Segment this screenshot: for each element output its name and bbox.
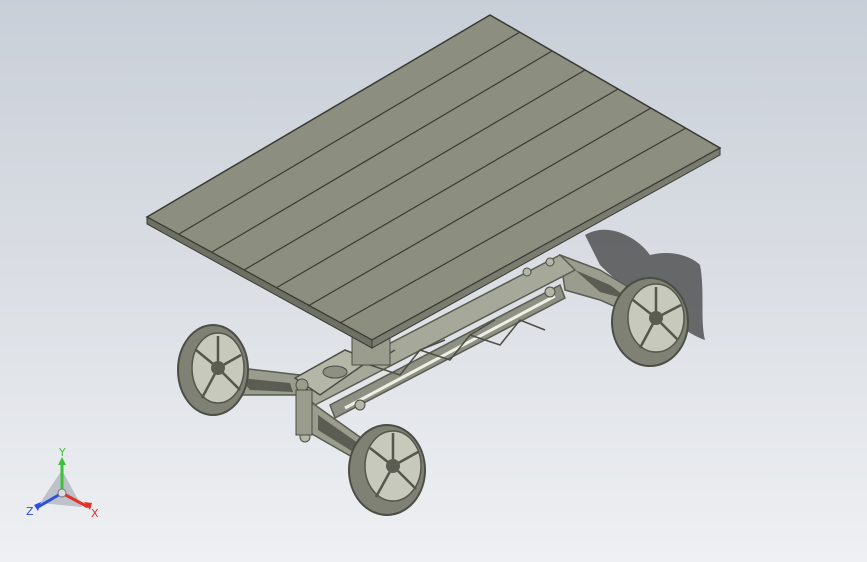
cad-viewport[interactable]: Y X Z bbox=[0, 0, 867, 562]
plate-slot bbox=[322, 365, 348, 379]
wheel-front-right bbox=[348, 424, 426, 516]
axis-triad[interactable]: Y X Z bbox=[20, 445, 110, 525]
z-axis-label: Z bbox=[26, 505, 34, 518]
triad-origin bbox=[57, 488, 67, 498]
pivot-bolt bbox=[295, 378, 309, 392]
x-axis-label: X bbox=[91, 507, 99, 520]
kingpin bbox=[295, 389, 313, 436]
wheel-front-left bbox=[177, 324, 249, 416]
cart-model[interactable] bbox=[0, 0, 867, 562]
wheel-rear-right bbox=[611, 277, 689, 367]
y-axis-label: Y bbox=[58, 446, 66, 459]
